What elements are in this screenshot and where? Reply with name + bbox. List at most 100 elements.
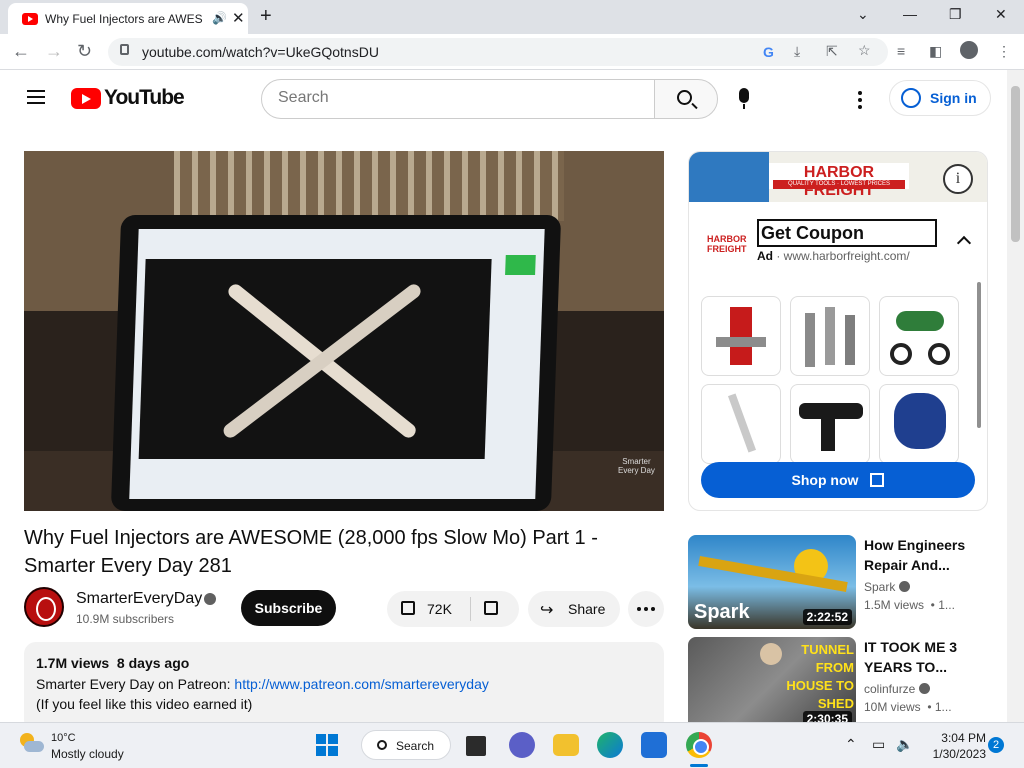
- reload-icon[interactable]: ↻: [77, 41, 92, 62]
- edge-browser-icon[interactable]: [597, 732, 623, 758]
- recommended-title[interactable]: How Engineers Repair And...: [864, 535, 974, 575]
- address-bar[interactable]: youtube.com/watch?v=UkeGQotnsDU G ⤓ ⇱ ☆: [108, 38, 888, 66]
- like-thumb-icon[interactable]: [401, 601, 415, 615]
- ad-url-line: Ad · www.harborfreight.com/: [757, 249, 910, 263]
- collapse-chevron-icon[interactable]: [956, 235, 972, 251]
- profile-icon[interactable]: [960, 41, 978, 59]
- speaker-icon[interactable]: 🔊: [212, 11, 227, 25]
- share-button[interactable]: ↪ Share: [528, 591, 620, 627]
- settings-menu-icon[interactable]: [858, 91, 862, 95]
- chrome-browser-icon[interactable]: [686, 732, 712, 758]
- system-clock[interactable]: 3:04 PM 1/30/2023: [928, 730, 986, 762]
- browser-tab[interactable]: Why Fuel Injectors are AWES 🔊 ✕: [8, 3, 248, 34]
- ad-product-garden-cart[interactable]: [879, 296, 959, 376]
- side-panel-icon[interactable]: ◧: [929, 43, 942, 60]
- advertiser-logo[interactable]: HARBOR FREIGHT: [707, 234, 747, 254]
- ad-product-drill-bits[interactable]: [790, 296, 870, 376]
- ad-banner[interactable]: HARBOR FREIGHT QUALITY TOOLS · LOWEST PR…: [689, 152, 987, 202]
- lock-icon[interactable]: [120, 44, 129, 55]
- recommended-channel[interactable]: Spark: [864, 580, 911, 594]
- windows-start-icon[interactable]: [316, 734, 338, 756]
- search-input[interactable]: [278, 89, 638, 107]
- page-scrollbar-thumb[interactable]: [1011, 86, 1020, 242]
- channel-name[interactable]: SmarterEveryDay: [76, 590, 202, 608]
- tab-search-icon[interactable]: ⌄: [857, 6, 869, 23]
- google-lens-icon[interactable]: G: [763, 44, 774, 60]
- recommended-video[interactable]: Spark 2:22:52 How Engineers Repair And..…: [688, 535, 988, 629]
- volume-icon[interactable]: 🔈: [896, 736, 913, 753]
- minimize-icon[interactable]: —: [903, 6, 917, 22]
- media-control-icon[interactable]: ≡: [897, 43, 905, 59]
- thumbnail-person: [760, 643, 782, 665]
- shop-now-button[interactable]: Shop now: [701, 462, 975, 498]
- ad-product-arm-stand[interactable]: [701, 384, 781, 464]
- ad-product-mill[interactable]: [701, 296, 781, 376]
- dislike-thumb-icon[interactable]: [484, 601, 498, 615]
- tab-close-icon[interactable]: ✕: [232, 9, 245, 27]
- verified-check-icon: [204, 593, 216, 605]
- recommended-channel[interactable]: colinfurze: [864, 682, 931, 696]
- weather-temperature[interactable]: 10°C: [51, 732, 76, 744]
- recommended-thumbnail[interactable]: Spark 2:22:52: [688, 535, 856, 629]
- recommended-video[interactable]: TUNNEL FROM HOUSE TO SHED 2:30:35 IT TOO…: [688, 637, 988, 731]
- taskbar-search[interactable]: Search: [361, 730, 451, 760]
- url-text[interactable]: youtube.com/watch?v=UkeGQotnsDU: [142, 44, 379, 60]
- new-tab-button[interactable]: +: [260, 5, 272, 28]
- sign-in-label: Sign in: [930, 90, 977, 106]
- weather-condition[interactable]: Mostly cloudy: [51, 747, 124, 761]
- patreon-link[interactable]: http://www.patreon.com/smartereveryday: [234, 676, 488, 692]
- browser-menu-icon[interactable]: ⋮: [997, 43, 1011, 60]
- install-icon[interactable]: ⤓: [794, 43, 800, 60]
- bookmark-star-icon[interactable]: ☆: [858, 42, 871, 59]
- task-view-icon[interactable]: [466, 736, 486, 756]
- network-icon[interactable]: ▭: [872, 736, 885, 753]
- like-dislike-group: 72K: [387, 591, 519, 627]
- share-page-icon[interactable]: ⇱: [826, 43, 838, 60]
- back-icon[interactable]: ←: [12, 41, 30, 62]
- ad-info-icon[interactable]: i: [943, 164, 973, 194]
- chat-icon[interactable]: [509, 732, 535, 758]
- video-player[interactable]: Smarter Every Day: [24, 151, 664, 511]
- tab-title: Why Fuel Injectors are AWES: [45, 12, 203, 26]
- tray-overflow-icon[interactable]: ⌃: [845, 736, 857, 753]
- active-app-indicator: [690, 764, 708, 767]
- search-box[interactable]: [261, 79, 655, 119]
- browser-toolbar: ← → ↻ youtube.com/watch?v=UkeGQotnsDU G …: [0, 34, 1024, 70]
- sign-in-button[interactable]: Sign in: [889, 80, 991, 116]
- ad-product-shop-vac[interactable]: [879, 384, 959, 464]
- more-actions-icon[interactable]: [628, 591, 664, 627]
- recommended-thumbnail[interactable]: TUNNEL FROM HOUSE TO SHED 2:30:35: [688, 637, 856, 731]
- browser-tab-strip: Why Fuel Injectors are AWES 🔊 ✕ + ⌄ — ❐ …: [0, 0, 1024, 34]
- ad-product-impact-driver[interactable]: [790, 384, 870, 464]
- recommended-channel-name: Spark: [864, 580, 896, 594]
- file-explorer-icon[interactable]: [553, 734, 579, 756]
- ad-card[interactable]: HARBOR FREIGHT QUALITY TOOLS · LOWEST PR…: [688, 151, 988, 511]
- weather-cloud-icon[interactable]: [18, 733, 44, 753]
- video-duration: 2:22:52: [802, 609, 852, 625]
- like-count[interactable]: 72K: [427, 601, 452, 617]
- channel-avatar[interactable]: [24, 587, 64, 627]
- restore-icon[interactable]: ❐: [949, 6, 962, 23]
- search-button[interactable]: [654, 79, 718, 119]
- youtube-wordmark[interactable]: YouTube: [104, 86, 185, 110]
- advertiser-logo-line1: HARBOR: [707, 234, 747, 244]
- microphone-icon[interactable]: [739, 88, 749, 109]
- page-scrollbar[interactable]: [1007, 70, 1024, 730]
- description-line-1: Smarter Every Day on Patreon: http://www…: [36, 676, 489, 692]
- description-box[interactable]: 1.7M views 8 days ago Smarter Every Day …: [24, 642, 664, 732]
- account-icon: [901, 88, 921, 108]
- screen: Why Fuel Injectors are AWES 🔊 ✕ + ⌄ — ❐ …: [0, 0, 1024, 768]
- subscribe-button[interactable]: Subscribe: [241, 590, 336, 626]
- forward-icon[interactable]: →: [45, 41, 63, 62]
- window-close-icon[interactable]: ✕: [995, 6, 1007, 23]
- ad-product-scrollbar[interactable]: [977, 282, 981, 428]
- slow-motion-frame: [138, 259, 492, 459]
- hamburger-menu-icon[interactable]: [27, 90, 45, 104]
- youtube-logo-icon[interactable]: [71, 88, 101, 109]
- video-watermark: Smarter Every Day: [618, 457, 655, 475]
- recommended-title[interactable]: IT TOOK ME 3 YEARS TO...: [864, 637, 974, 677]
- notification-badge[interactable]: 2: [988, 737, 1004, 753]
- ad-brand-tagline: QUALITY TOOLS · LOWEST PRICES: [773, 180, 905, 189]
- ad-headline[interactable]: Get Coupon: [757, 219, 937, 247]
- store-icon[interactable]: [641, 732, 667, 758]
